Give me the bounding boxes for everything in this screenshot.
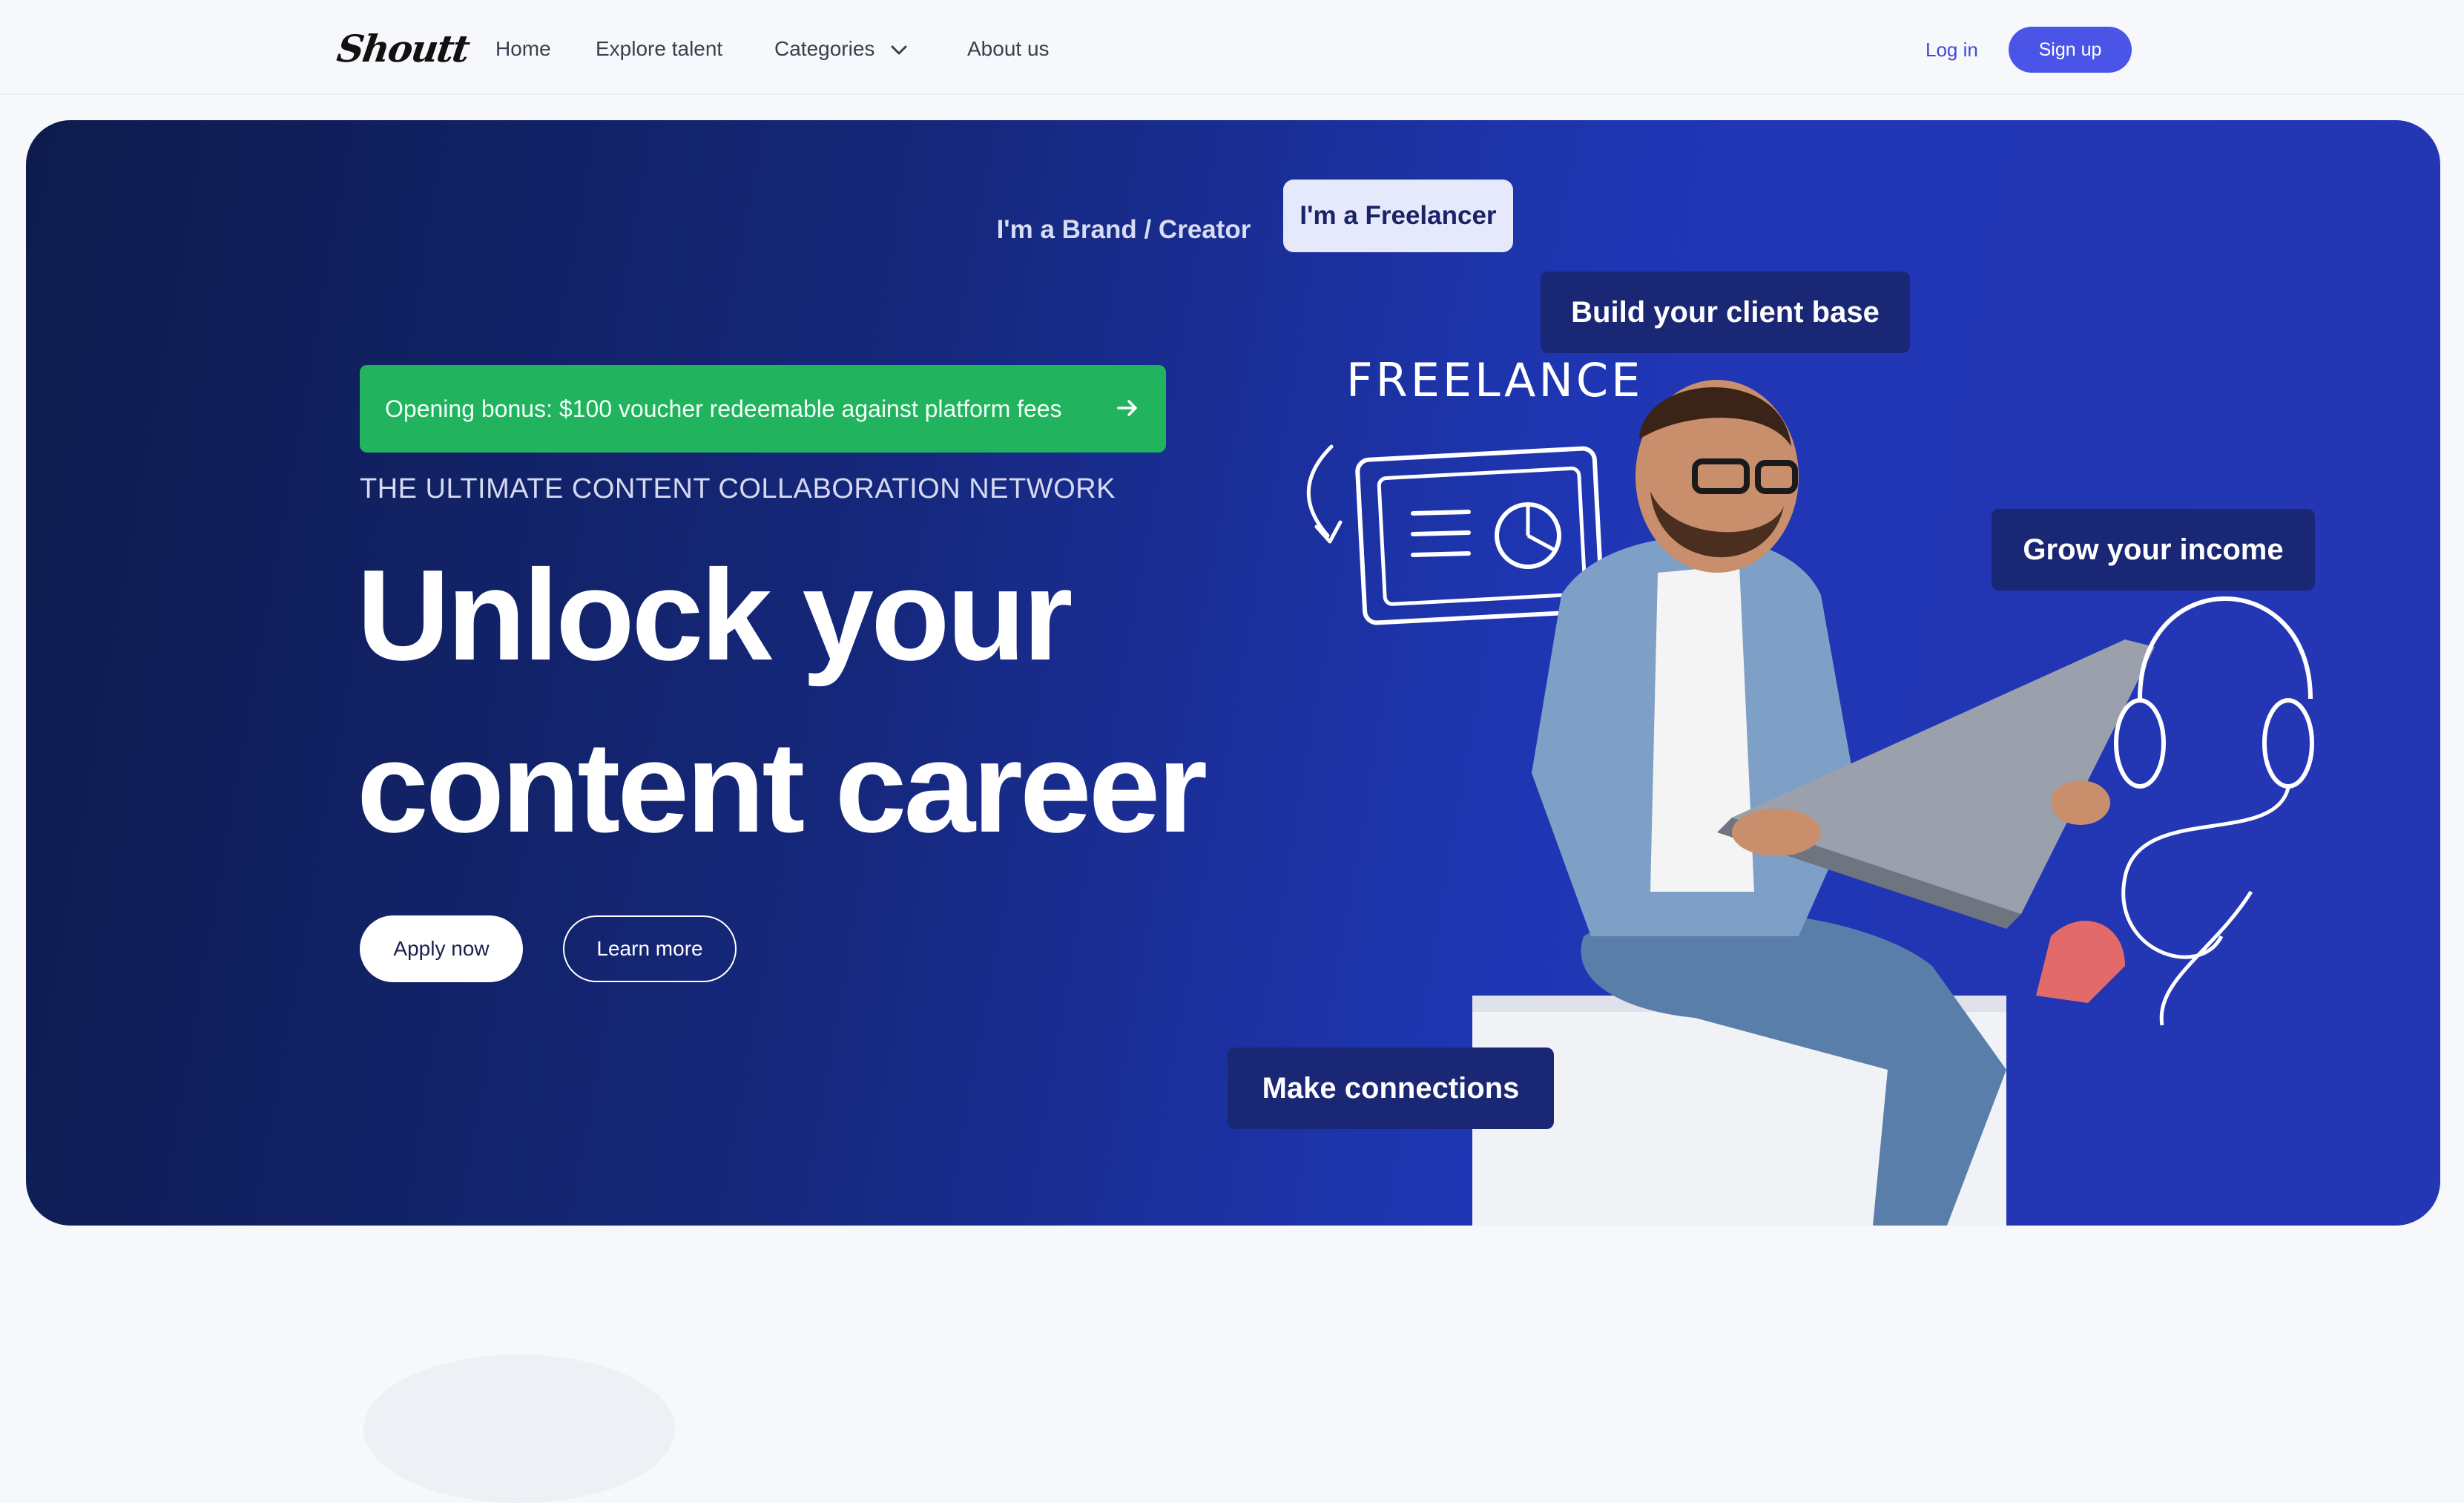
nav-link-home[interactable]: Home xyxy=(495,37,551,61)
nav-link-explore-talent[interactable]: Explore talent xyxy=(596,37,722,61)
apply-now-button[interactable]: Apply now xyxy=(360,915,523,982)
chip-build-client-base: Build your client base xyxy=(1541,272,1910,353)
freelancer-photo xyxy=(1472,380,2314,1226)
hero-headline-line-2: content career xyxy=(357,714,1208,859)
hero-headline-line-1: Unlock your xyxy=(357,542,1073,687)
top-nav: Shoutt Home Explore talent Categories Ab… xyxy=(0,0,2464,95)
arrow-right-icon xyxy=(1117,400,1137,416)
nav-link-about-us[interactable]: About us xyxy=(967,37,1050,61)
opening-bonus-banner[interactable]: Opening bonus: $100 voucher redeemable a… xyxy=(360,365,1166,453)
learn-more-button[interactable]: Learn more xyxy=(563,915,737,982)
decorative-arc xyxy=(363,1355,675,1503)
toggle-freelancer[interactable]: I'm a Freelancer xyxy=(1283,180,1513,252)
hero-eyebrow: THE ULTIMATE CONTENT COLLABORATION NETWO… xyxy=(360,473,1116,504)
nav-link-categories[interactable]: Categories xyxy=(774,37,907,61)
chevron-down-icon xyxy=(891,45,907,55)
toggle-brand-creator[interactable]: I'm a Brand / Creator xyxy=(975,194,1272,266)
login-link[interactable]: Log in xyxy=(1926,39,1978,62)
chip-make-connections: Make connections xyxy=(1228,1048,1554,1129)
nav-link-categories-label: Categories xyxy=(774,37,875,60)
hero-banner: I'm a Brand / Creator I'm a Freelancer O… xyxy=(26,120,2440,1226)
shoutt-logo[interactable]: Shoutt xyxy=(335,27,472,70)
chip-grow-income: Grow your income xyxy=(1992,509,2315,591)
signup-button[interactable]: Sign up xyxy=(2009,27,2132,73)
opening-bonus-text: Opening bonus: $100 voucher redeemable a… xyxy=(385,395,1062,422)
